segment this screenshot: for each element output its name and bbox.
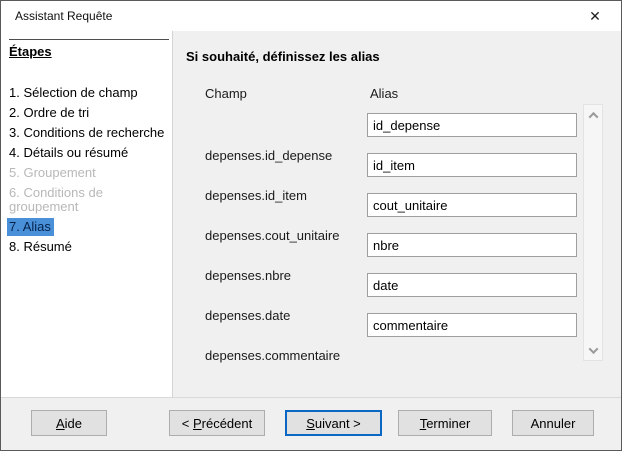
- chevron-down-icon: [588, 344, 598, 354]
- scroll-down-button[interactable]: [584, 342, 602, 358]
- next-button[interactable]: Suivant >: [285, 410, 382, 436]
- dialog-title: Assistant Requête: [15, 9, 112, 23]
- alias-input-date[interactable]: [367, 273, 577, 297]
- alias-input-id-depense[interactable]: [367, 113, 577, 137]
- panel-heading: Si souhaité, définissez les alias: [186, 49, 380, 64]
- steps-divider: [9, 39, 169, 40]
- step-item-field-selection[interactable]: 1. Sélection de champ: [1, 83, 172, 103]
- step-item-grouping-conditions: 6. Conditions de groupement: [1, 183, 172, 217]
- step-item-detail-or-summary[interactable]: 4. Détails ou résumé: [1, 143, 172, 163]
- chevron-up-icon: [588, 111, 598, 121]
- dialog-body: Étapes 1. Sélection de champ 2. Ordre de…: [1, 31, 621, 397]
- cancel-button[interactable]: Annuler: [512, 410, 594, 436]
- step-item-sorting-order[interactable]: 2. Ordre de tri: [1, 103, 172, 123]
- steps-sidebar: Étapes 1. Sélection de champ 2. Ordre de…: [1, 31, 173, 397]
- query-wizard-dialog: Assistant Requête ✕ Étapes 1. Sélection …: [0, 0, 622, 451]
- alias-input-cout-unitaire[interactable]: [367, 193, 577, 217]
- field-label: depenses.commentaire: [205, 348, 340, 363]
- alias-panel: Si souhaité, définissez les alias Champ …: [173, 31, 621, 397]
- field-label: depenses.id_depense: [205, 148, 332, 163]
- close-icon: ✕: [589, 8, 601, 25]
- steps-list: 1. Sélection de champ 2. Ordre de tri 3.…: [1, 83, 172, 257]
- alias-input-commentaire[interactable]: [367, 313, 577, 337]
- field-label: depenses.id_item: [205, 188, 307, 203]
- finish-button[interactable]: Terminer: [398, 410, 492, 436]
- help-button[interactable]: Aide: [31, 410, 107, 436]
- column-header-field: Champ: [205, 86, 247, 101]
- alias-input-nbre[interactable]: [367, 233, 577, 257]
- title-bar: Assistant Requête ✕: [1, 1, 621, 31]
- previous-button[interactable]: < Précédent: [169, 410, 265, 436]
- button-bar: Aide < Précédent Suivant > Terminer Annu…: [1, 397, 621, 450]
- step-item-search-conditions[interactable]: 3. Conditions de recherche: [1, 123, 172, 143]
- step-item-grouping: 5. Groupement: [1, 163, 172, 183]
- scroll-up-button[interactable]: [584, 107, 602, 123]
- column-header-alias: Alias: [370, 86, 398, 101]
- step-item-aliases-current[interactable]: 7. Alias: [1, 217, 172, 237]
- field-label: depenses.nbre: [205, 268, 291, 283]
- field-label: depenses.date: [205, 308, 290, 323]
- close-button[interactable]: ✕: [574, 1, 616, 31]
- vertical-scrollbar[interactable]: [583, 104, 603, 361]
- steps-heading: Étapes: [9, 44, 52, 59]
- step-item-overview[interactable]: 8. Résumé: [1, 237, 172, 257]
- alias-input-id-item[interactable]: [367, 153, 577, 177]
- field-label: depenses.cout_unitaire: [205, 228, 339, 243]
